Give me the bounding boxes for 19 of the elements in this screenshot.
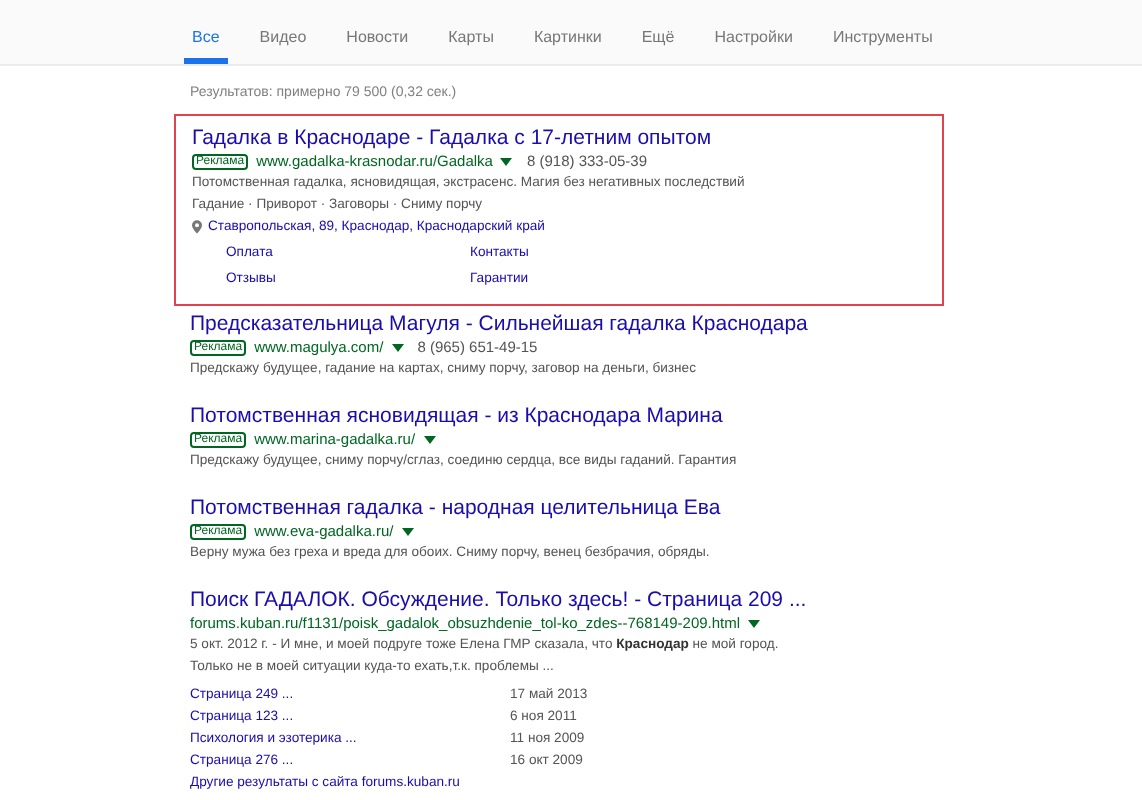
caret-icon[interactable] — [401, 528, 414, 536]
tab[interactable]: Картинки — [533, 0, 602, 64]
result-title[interactable]: Потомственная гадалка - народная целительница Ева — [190, 496, 930, 522]
result-title[interactable]: Предсказательница Магуля - Сильнейшая гадалка Краснодара — [190, 312, 930, 338]
tab[interactable]: Видео — [259, 0, 307, 64]
tab[interactable]: Карты — [448, 0, 494, 64]
caret-icon[interactable] — [391, 344, 404, 352]
tab[interactable]: Все — [184, 0, 228, 64]
tool-link[interactable]: Настройки — [714, 0, 793, 64]
result-title[interactable]: Поиск ГАДАЛОК. Обсуждение. Только здесь! - Страница 209 ... — [190, 588, 930, 614]
tool-link[interactable]: Инструменты — [832, 0, 933, 64]
tab[interactable]: Ещё — [641, 0, 675, 64]
caret-icon[interactable] — [423, 436, 436, 444]
result-title[interactable]: Потомственная ясновидящая - из Краснодара Марина — [190, 404, 930, 430]
result-title[interactable]: Гадалка в Краснодаре - Гадалка с 17-летним опытом — [192, 126, 926, 152]
pin-icon — [192, 220, 202, 234]
tab[interactable]: Новости — [346, 0, 409, 64]
caret-icon[interactable] — [748, 620, 761, 628]
caret-icon[interactable] — [500, 158, 513, 166]
